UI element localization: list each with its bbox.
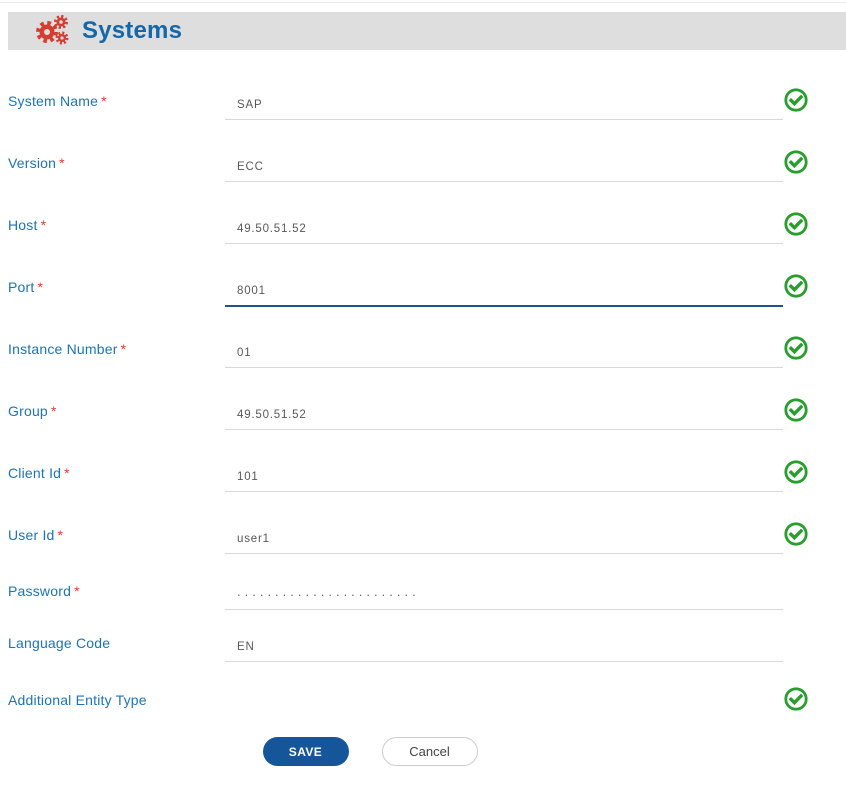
form-row-password: Password * ........................ xyxy=(0,583,846,635)
field-label: User Id * xyxy=(8,527,63,543)
input-user-id[interactable]: user1 xyxy=(225,527,783,554)
field-label-text: Version xyxy=(8,155,57,171)
field-label-text: Host xyxy=(8,217,38,233)
required-asterisk: * xyxy=(101,93,107,109)
valid-check-icon xyxy=(784,212,808,236)
field-label: Host * xyxy=(8,217,46,233)
input-host[interactable]: 49.50.51.52 xyxy=(225,217,783,244)
form-row-additional-entity-type: Additional Entity Type* xyxy=(0,687,846,734)
input-value: 101 xyxy=(237,471,259,483)
form-rows: System Name * SAP Version * ECC Host * 49.5… xyxy=(0,88,846,734)
systems-form: System Name * SAP Version * ECC Host * 49.5… xyxy=(0,50,846,766)
field-label-text: Group xyxy=(8,403,48,419)
required-asterisk: * xyxy=(40,217,47,233)
input-value: user1 xyxy=(237,533,270,545)
field-label: Group * xyxy=(8,403,57,419)
cancel-button[interactable]: Cancel xyxy=(381,737,478,766)
field-label: Instance Number * xyxy=(8,341,126,357)
required-asterisk: * xyxy=(120,341,127,357)
form-row-system-name: System Name * SAP xyxy=(0,88,846,155)
valid-check-icon xyxy=(784,88,808,112)
field-label: Additional Entity Type* xyxy=(8,692,147,708)
required-asterisk: * xyxy=(57,527,64,543)
required-asterisk: * xyxy=(64,465,70,481)
form-row-instance-number: Instance Number * 01 xyxy=(0,336,846,403)
field-label: Password * xyxy=(8,583,80,599)
input-client-id[interactable]: 101 xyxy=(225,465,783,492)
save-button[interactable]: SAVE xyxy=(262,737,349,766)
required-asterisk: * xyxy=(37,279,44,295)
field-label-text: Language Code xyxy=(8,635,111,651)
input-value: 49.50.51.52 xyxy=(237,223,307,235)
input-additional-entity-type[interactable] xyxy=(225,692,783,718)
field-label-text: Password xyxy=(8,583,72,599)
form-row-port: Port * 8001 xyxy=(0,274,846,341)
valid-check-icon xyxy=(784,398,808,422)
form-row-user-id: User Id * user1 xyxy=(0,522,846,583)
input-value: ........................ xyxy=(237,584,420,599)
input-language-code[interactable]: EN xyxy=(225,635,783,662)
valid-check-icon xyxy=(784,336,808,360)
top-divider xyxy=(0,2,846,3)
field-label-text: Instance Number xyxy=(8,341,118,357)
input-value: EN xyxy=(237,641,255,653)
field-label-text: System Name xyxy=(8,93,99,109)
field-label: Port * xyxy=(8,279,43,295)
form-row-host: Host * 49.50.51.52 xyxy=(0,212,846,279)
required-asterisk: * xyxy=(50,403,57,419)
field-label: System Name * xyxy=(8,93,107,109)
required-asterisk: * xyxy=(74,583,80,599)
gears-icon xyxy=(32,14,70,48)
input-value: SAP xyxy=(237,99,263,111)
input-version[interactable]: ECC xyxy=(225,155,783,182)
input-value: ECC xyxy=(237,161,264,173)
input-system-name[interactable]: SAP xyxy=(225,93,783,120)
valid-check-icon xyxy=(784,522,808,546)
field-label-text: Client Id xyxy=(8,465,62,481)
field-label-text: Additional Entity Type xyxy=(8,692,147,708)
required-asterisk: * xyxy=(59,155,65,171)
valid-check-icon xyxy=(784,687,808,711)
input-instance-number[interactable]: 01 xyxy=(225,341,783,368)
input-value: 8001 xyxy=(237,285,266,297)
page-title: Systems xyxy=(82,17,183,44)
input-password[interactable]: ........................ xyxy=(225,583,783,610)
field-label: Version * xyxy=(8,155,65,171)
input-value: 49.50.51.52 xyxy=(237,409,307,421)
form-actions: SAVE Cancel xyxy=(0,737,793,766)
form-row-language-code: Language Code* EN xyxy=(0,635,846,692)
field-label: Client Id * xyxy=(8,465,70,481)
form-row-client-id: Client Id * 101 xyxy=(0,460,846,527)
valid-check-icon xyxy=(784,460,808,484)
valid-check-icon xyxy=(784,150,808,174)
valid-check-icon xyxy=(784,274,808,298)
field-label: Language Code* xyxy=(8,635,110,651)
input-port[interactable]: 8001 xyxy=(225,279,783,307)
field-label-text: User Id xyxy=(8,527,55,543)
input-value: 01 xyxy=(237,347,252,359)
field-label-text: Port xyxy=(8,279,35,295)
form-row-group: Group * 49.50.51.52 xyxy=(0,398,846,465)
input-group[interactable]: 49.50.51.52 xyxy=(225,403,783,430)
page-header: Systems xyxy=(8,12,846,50)
form-row-version: Version * ECC xyxy=(0,150,846,217)
